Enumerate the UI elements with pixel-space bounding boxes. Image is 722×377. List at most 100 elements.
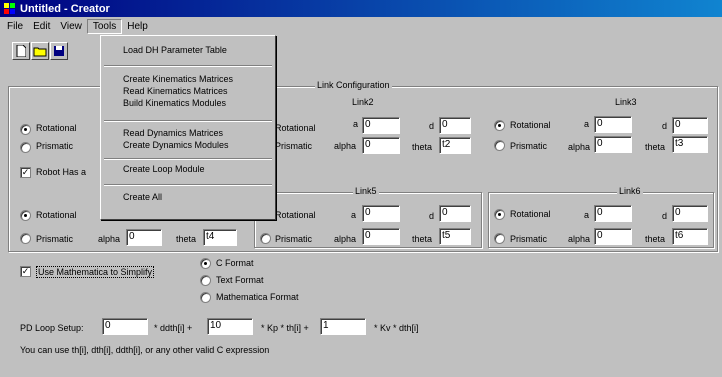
menu-item-create-all[interactable]: Create All	[123, 192, 162, 202]
menu-item-read-kinematics[interactable]: Read Kinematics Matrices	[123, 86, 228, 96]
link3-d-input[interactable]: 0	[672, 117, 708, 134]
save-icon	[54, 46, 64, 56]
link6-theta-label: theta	[645, 234, 666, 244]
new-file-button[interactable]	[12, 42, 30, 60]
link2-prismatic-label: Prismatic	[275, 141, 313, 151]
link3-prismatic-radio[interactable]	[494, 140, 505, 151]
link6-rotational-radio[interactable]	[494, 209, 505, 220]
text-format-label: Text Format	[216, 275, 264, 285]
link3-title: Link3	[615, 97, 637, 107]
mathematica-format-label: Mathematica Format	[216, 292, 299, 302]
link3-alpha-label: alpha	[568, 142, 591, 152]
title-bar: Untitled - Creator	[0, 0, 722, 17]
link2-theta-input[interactable]: t2	[439, 137, 471, 154]
link2-title: Link2	[352, 97, 374, 107]
link5-a-input[interactable]: 0	[362, 205, 400, 222]
menu-item-create-kinematics[interactable]: Create Kinematics Matrices	[123, 74, 233, 84]
link4-theta-label: theta	[176, 234, 197, 244]
link6-alpha-input[interactable]: 0	[594, 228, 632, 245]
pd-kv-input[interactable]: 1	[320, 318, 366, 335]
link5-rotational-label: Rotational	[275, 210, 316, 220]
pd-ddth-text: * ddth[i] +	[154, 323, 193, 333]
save-button[interactable]	[50, 42, 68, 60]
c-format-label: C Format	[216, 258, 254, 268]
link5-alpha-input[interactable]: 0	[362, 228, 400, 245]
menu-view[interactable]: View	[55, 20, 87, 33]
tools-dropdown-menu: Load DH Parameter Table Create Kinematic…	[100, 35, 276, 220]
link6-theta-input[interactable]: t6	[672, 228, 708, 245]
use-mathematica-label: Use Mathematica to Simplify	[36, 266, 155, 278]
link5-d-input[interactable]: 0	[439, 205, 471, 222]
use-mathematica-checkbox[interactable]: ✓	[20, 266, 31, 277]
link4-prismatic-radio[interactable]	[20, 233, 31, 244]
link3-rotational-radio[interactable]	[494, 120, 505, 131]
pd-loop-label: PD Loop Setup:	[20, 323, 84, 333]
link3-theta-input[interactable]: t3	[672, 136, 708, 153]
menu-item-build-kinematics[interactable]: Build Kinematics Modules	[123, 98, 226, 108]
link6-alpha-label: alpha	[568, 234, 591, 244]
link3-theta-label: theta	[645, 142, 666, 152]
link6-d-input[interactable]: 0	[672, 205, 708, 222]
menu-item-create-dynamics[interactable]: Create Dynamics Modules	[123, 140, 229, 150]
link2-alpha-input[interactable]: 0	[362, 137, 400, 154]
link5-prismatic-radio[interactable]	[260, 233, 271, 244]
mathematica-format-radio[interactable]	[200, 292, 211, 303]
open-file-button[interactable]	[31, 42, 49, 60]
menu-item-read-dynamics[interactable]: Read Dynamics Matrices	[123, 128, 223, 138]
robot-has-checkbox[interactable]: ✓	[20, 167, 31, 178]
link1-rotational-radio[interactable]	[20, 124, 31, 135]
link2-rotational-label: Rotational	[275, 123, 316, 133]
window-title: Untitled - Creator	[20, 2, 110, 15]
pd-kv-text: * Kv * dth[i]	[374, 323, 419, 333]
menu-separator	[104, 65, 272, 67]
link6-prismatic-radio[interactable]	[494, 233, 505, 244]
pd-kp-input[interactable]: 10	[207, 318, 253, 335]
menu-separator	[104, 184, 272, 186]
link5-theta-label: theta	[412, 234, 433, 244]
robot-has-label: Robot Has a	[36, 167, 87, 177]
pd-hint: You can use th[i], dth[i], ddth[i], or a…	[20, 345, 270, 355]
link2-theta-label: theta	[412, 142, 433, 152]
menu-file[interactable]: File	[2, 20, 28, 33]
link2-d-input[interactable]: 0	[439, 117, 471, 134]
link1-prismatic-radio[interactable]	[20, 142, 31, 153]
pd-ddth-coeff-input[interactable]: 0	[102, 318, 148, 335]
link5-d-label: d	[429, 211, 435, 221]
menu-tools[interactable]: Tools	[86, 19, 123, 34]
menu-edit[interactable]: Edit	[28, 20, 55, 33]
menu-separator	[104, 158, 272, 160]
link4-rotational-label: Rotational	[36, 210, 77, 220]
menu-help[interactable]: Help	[122, 20, 153, 33]
link3-rotational-label: Rotational	[510, 120, 551, 130]
link6-a-label: a	[584, 210, 590, 220]
menu-bar: File Edit View Tools Help	[0, 18, 722, 35]
text-format-radio[interactable]	[200, 275, 211, 286]
link5-a-label: a	[351, 210, 357, 220]
link5-title: Link5	[353, 186, 379, 196]
link6-d-label: d	[662, 211, 668, 221]
c-format-radio[interactable]	[200, 258, 211, 269]
link-configuration-legend: Link Configuration	[315, 80, 392, 90]
link4-alpha-input[interactable]: 0	[126, 229, 162, 246]
link2-a-input[interactable]: 0	[362, 117, 400, 134]
link3-alpha-input[interactable]: 0	[594, 136, 632, 153]
link3-d-label: d	[662, 121, 668, 131]
link6-title: Link6	[617, 186, 643, 196]
link6-rotational-label: Rotational	[510, 209, 551, 219]
link2-d-label: d	[429, 121, 435, 131]
link2-alpha-label: alpha	[334, 141, 357, 151]
link3-a-input[interactable]: 0	[594, 116, 632, 133]
link5-alpha-label: alpha	[334, 234, 357, 244]
app-icon	[4, 2, 16, 15]
link1-rotational-label: Rotational	[36, 123, 77, 133]
menu-item-load-dh[interactable]: Load DH Parameter Table	[123, 45, 227, 55]
link4-prismatic-label: Prismatic	[36, 234, 74, 244]
link6-prismatic-label: Prismatic	[510, 234, 548, 244]
link4-theta-input[interactable]: t4	[203, 229, 237, 246]
new-file-icon	[16, 45, 26, 57]
link4-rotational-radio[interactable]	[20, 210, 31, 221]
link6-a-input[interactable]: 0	[594, 205, 632, 222]
menu-item-create-loop[interactable]: Create Loop Module	[123, 164, 205, 174]
link2-a-label: a	[353, 119, 359, 129]
link5-theta-input[interactable]: t5	[439, 228, 471, 245]
